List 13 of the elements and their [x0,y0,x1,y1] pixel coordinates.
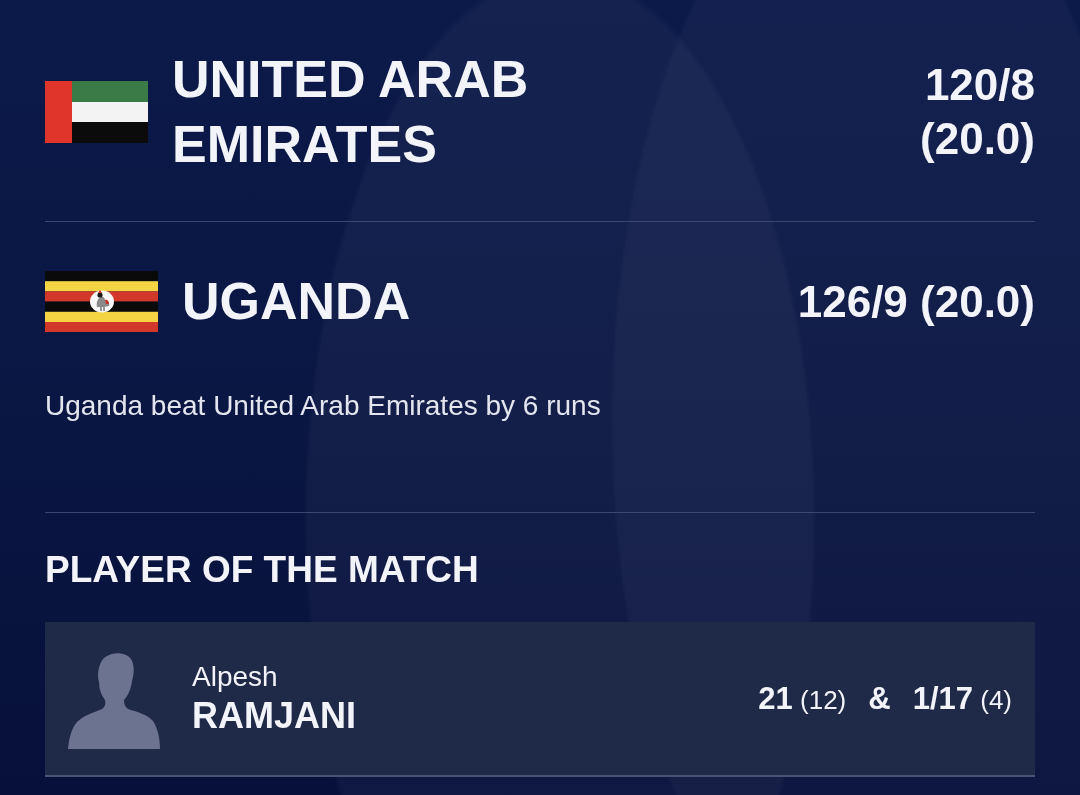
batting-figures: 21 (12) [758,680,847,717]
flag-icon [45,271,158,332]
section-heading: PLAYER OF THE MATCH [45,548,480,592]
team-score: 126/9 (20.0) [797,275,1035,328]
player-last-name: RAMJANI [192,694,357,737]
bowling-figures: 1/17 (4) [912,680,1012,717]
match-result: Uganda beat United Arab Emirates by 6 runs [45,388,1035,513]
player-first-name: Alpesh [192,660,279,694]
flag-icon [45,81,148,143]
team-name: UGANDA [182,271,412,332]
team-name: UNITED ARAB EMIRATES [172,49,530,175]
stat-separator: & [868,680,891,717]
team-score: 120/8 (20.0) [919,59,1035,165]
